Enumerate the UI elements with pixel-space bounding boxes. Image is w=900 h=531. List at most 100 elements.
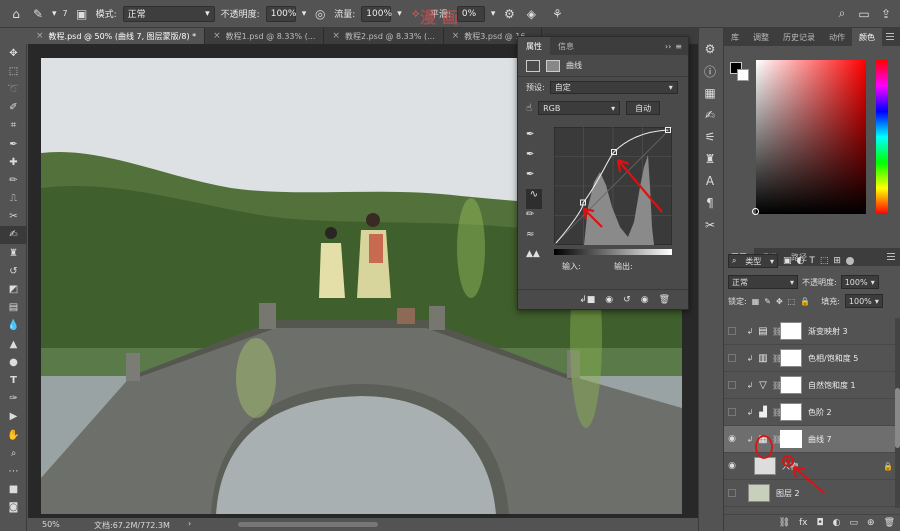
- delete-layer-icon[interactable]: 🗑: [884, 518, 895, 528]
- layer-mask-thumb[interactable]: [780, 322, 802, 340]
- white-point-eyedropper-icon[interactable]: ✒: [526, 169, 542, 189]
- quick-mask-icon[interactable]: ◙: [0, 499, 27, 517]
- fill-input[interactable]: 100% ▾: [844, 294, 883, 308]
- opacity-dropdown[interactable]: ▾: [302, 9, 307, 19]
- lock-transparent-icon[interactable]: ▦: [752, 297, 760, 306]
- workspace-icon[interactable]: ▭: [856, 6, 872, 22]
- eyedropper-tool-icon[interactable]: ✒: [0, 135, 27, 153]
- new-layer-icon[interactable]: ⊕: [867, 518, 875, 528]
- channel-select[interactable]: RGB ▾: [538, 101, 621, 115]
- panel-menu-icon[interactable]: [886, 33, 894, 40]
- curves-graph[interactable]: [554, 127, 672, 245]
- delete-icon[interactable]: 🗑: [659, 295, 670, 305]
- dodge-tool-icon[interactable]: ▲: [0, 335, 27, 353]
- link-layers-icon[interactable]: ⛓: [779, 518, 790, 528]
- quick-select-tool-icon[interactable]: ✐: [0, 99, 27, 117]
- tab-libraries[interactable]: 库: [724, 28, 746, 46]
- panel-menu-icon[interactable]: [887, 253, 895, 260]
- status-menu-arrow[interactable]: ›: [188, 519, 191, 528]
- visibility-toggle[interactable]: [724, 408, 740, 416]
- lock-position-icon[interactable]: ✥: [776, 297, 783, 306]
- tab-adjustments[interactable]: 调整: [746, 28, 776, 46]
- brush-settings-icon[interactable]: ⚟: [699, 126, 721, 148]
- lock-pixels-icon[interactable]: ✎: [764, 297, 771, 306]
- lock-artboard-icon[interactable]: ⬚: [788, 297, 796, 306]
- filter-shape-icon[interactable]: ⬚: [820, 256, 829, 266]
- close-icon[interactable]: ×: [213, 31, 221, 41]
- color-picker-marker[interactable]: [752, 208, 759, 215]
- tab-history[interactable]: 历史记录: [776, 28, 822, 46]
- eraser-tool-icon[interactable]: ◩: [0, 280, 27, 298]
- clipping-warning-icon[interactable]: ▲▲: [526, 249, 542, 269]
- tab-info[interactable]: 信息: [550, 37, 582, 55]
- layer-opacity-input[interactable]: 100% ▾: [840, 275, 879, 289]
- gray-point-eyedropper-icon[interactable]: ✒: [526, 149, 542, 169]
- layer-row[interactable]: ↲ ▽ ⛓ 自然饱和度 1: [724, 372, 900, 399]
- character-icon[interactable]: A: [699, 170, 721, 192]
- hand-tool-icon[interactable]: ✋: [0, 426, 27, 444]
- pen-tool-icon[interactable]: ✑: [0, 390, 27, 408]
- grid-icon[interactable]: ▦: [699, 82, 721, 104]
- clip-to-layer-icon[interactable]: ↲■: [579, 295, 595, 305]
- path-select-tool-icon[interactable]: ▶: [0, 408, 27, 426]
- pencil-curve-icon[interactable]: ✏: [526, 209, 542, 229]
- visibility-toggle[interactable]: [724, 354, 740, 362]
- tab-color[interactable]: 颜色: [852, 28, 882, 46]
- visibility-toggle[interactable]: [724, 381, 740, 389]
- new-adjustment-icon[interactable]: ◐: [833, 518, 841, 528]
- zoom-level[interactable]: 50%: [42, 520, 60, 529]
- stamp-tool-icon[interactable]: ♜: [0, 244, 27, 262]
- history-brush-tool-icon[interactable]: ✂: [0, 208, 27, 226]
- lasso-tool-icon[interactable]: ➰: [0, 80, 27, 98]
- visibility-toggle[interactable]: [724, 327, 740, 335]
- blur-tool-icon[interactable]: 💧: [0, 317, 27, 335]
- close-icon[interactable]: ×: [452, 31, 460, 41]
- tab-properties[interactable]: 属性: [518, 37, 550, 55]
- tool-presets-icon[interactable]: ✂: [699, 214, 721, 236]
- layer-mask-icon[interactable]: [546, 59, 560, 72]
- adjustments-icon[interactable]: ⚙: [699, 38, 721, 60]
- view-previous-icon[interactable]: ◉: [605, 295, 613, 305]
- layer-filter-select[interactable]: ⌕ 类型 ▾: [728, 254, 778, 268]
- layer-row[interactable]: ↲ ▟ ⛓ 色阶 2: [724, 399, 900, 426]
- gradient-tool-icon[interactable]: ▤: [0, 299, 27, 317]
- edit-toolbar-icon[interactable]: ⋯: [0, 462, 27, 480]
- pressure-opacity-icon[interactable]: ◎: [312, 6, 328, 22]
- layer-row[interactable]: ↲ ▥ ⛓ 色相/饱和度 5: [724, 345, 900, 372]
- opacity-input[interactable]: 100%: [265, 5, 296, 22]
- smooth-curve-icon[interactable]: ≈: [526, 229, 542, 249]
- move-tool-icon[interactable]: ✥: [0, 44, 27, 62]
- collapse-panel-icon[interactable]: ››: [665, 42, 671, 51]
- search-icon[interactable]: ⌕: [834, 6, 850, 22]
- sponge-tool-icon[interactable]: ●: [0, 353, 27, 371]
- layer-name[interactable]: 色相/饱和度 5: [808, 353, 858, 364]
- filter-pixel-icon[interactable]: ▣: [783, 256, 792, 266]
- filter-smart-icon[interactable]: ⊞: [833, 256, 841, 266]
- clone-stamp-tool-icon[interactable]: ⎍: [0, 190, 27, 208]
- type-tool-icon[interactable]: T: [0, 371, 27, 389]
- layer-name[interactable]: 色阶 2: [808, 407, 832, 418]
- new-group-icon[interactable]: ▭: [850, 518, 859, 528]
- crop-tool-icon[interactable]: ⌗: [0, 117, 27, 135]
- marquee-tool-icon[interactable]: ⬚: [0, 62, 27, 80]
- brush-tool-icon[interactable]: ✎: [30, 6, 46, 22]
- preset-select[interactable]: 自定 ▾: [549, 80, 678, 94]
- document-tab[interactable]: × 教程1.psd @ 8.33% (...: [205, 28, 325, 44]
- paragraph-icon[interactable]: ¶: [699, 192, 721, 214]
- auto-button[interactable]: 自动: [626, 101, 661, 115]
- lock-all-icon[interactable]: 🔒: [800, 297, 810, 306]
- color-swatches-icon[interactable]: ■: [0, 481, 27, 499]
- brush-settings-icon[interactable]: ▣: [74, 6, 90, 22]
- document-tab[interactable]: × 教程.psd @ 50% (曲线 7, 图层蒙版/8) *: [28, 28, 206, 44]
- smoothing-options-gear-icon[interactable]: ⚙: [501, 6, 517, 22]
- black-point-eyedropper-icon[interactable]: ✒: [526, 129, 542, 149]
- flow-dropdown[interactable]: ▾: [397, 9, 402, 19]
- filter-adjustment-icon[interactable]: ◐: [797, 256, 805, 266]
- close-icon[interactable]: ×: [36, 31, 44, 41]
- layer-name[interactable]: 渐变映射 3: [808, 326, 848, 337]
- layer-mask-thumb[interactable]: [780, 403, 802, 421]
- brush-tool-icon[interactable]: ✍: [0, 225, 27, 245]
- info-icon[interactable]: ⓘ: [699, 60, 721, 82]
- history-tool-icon[interactable]: ↺: [0, 262, 27, 280]
- curve-point-tool-icon[interactable]: ∿: [526, 189, 542, 209]
